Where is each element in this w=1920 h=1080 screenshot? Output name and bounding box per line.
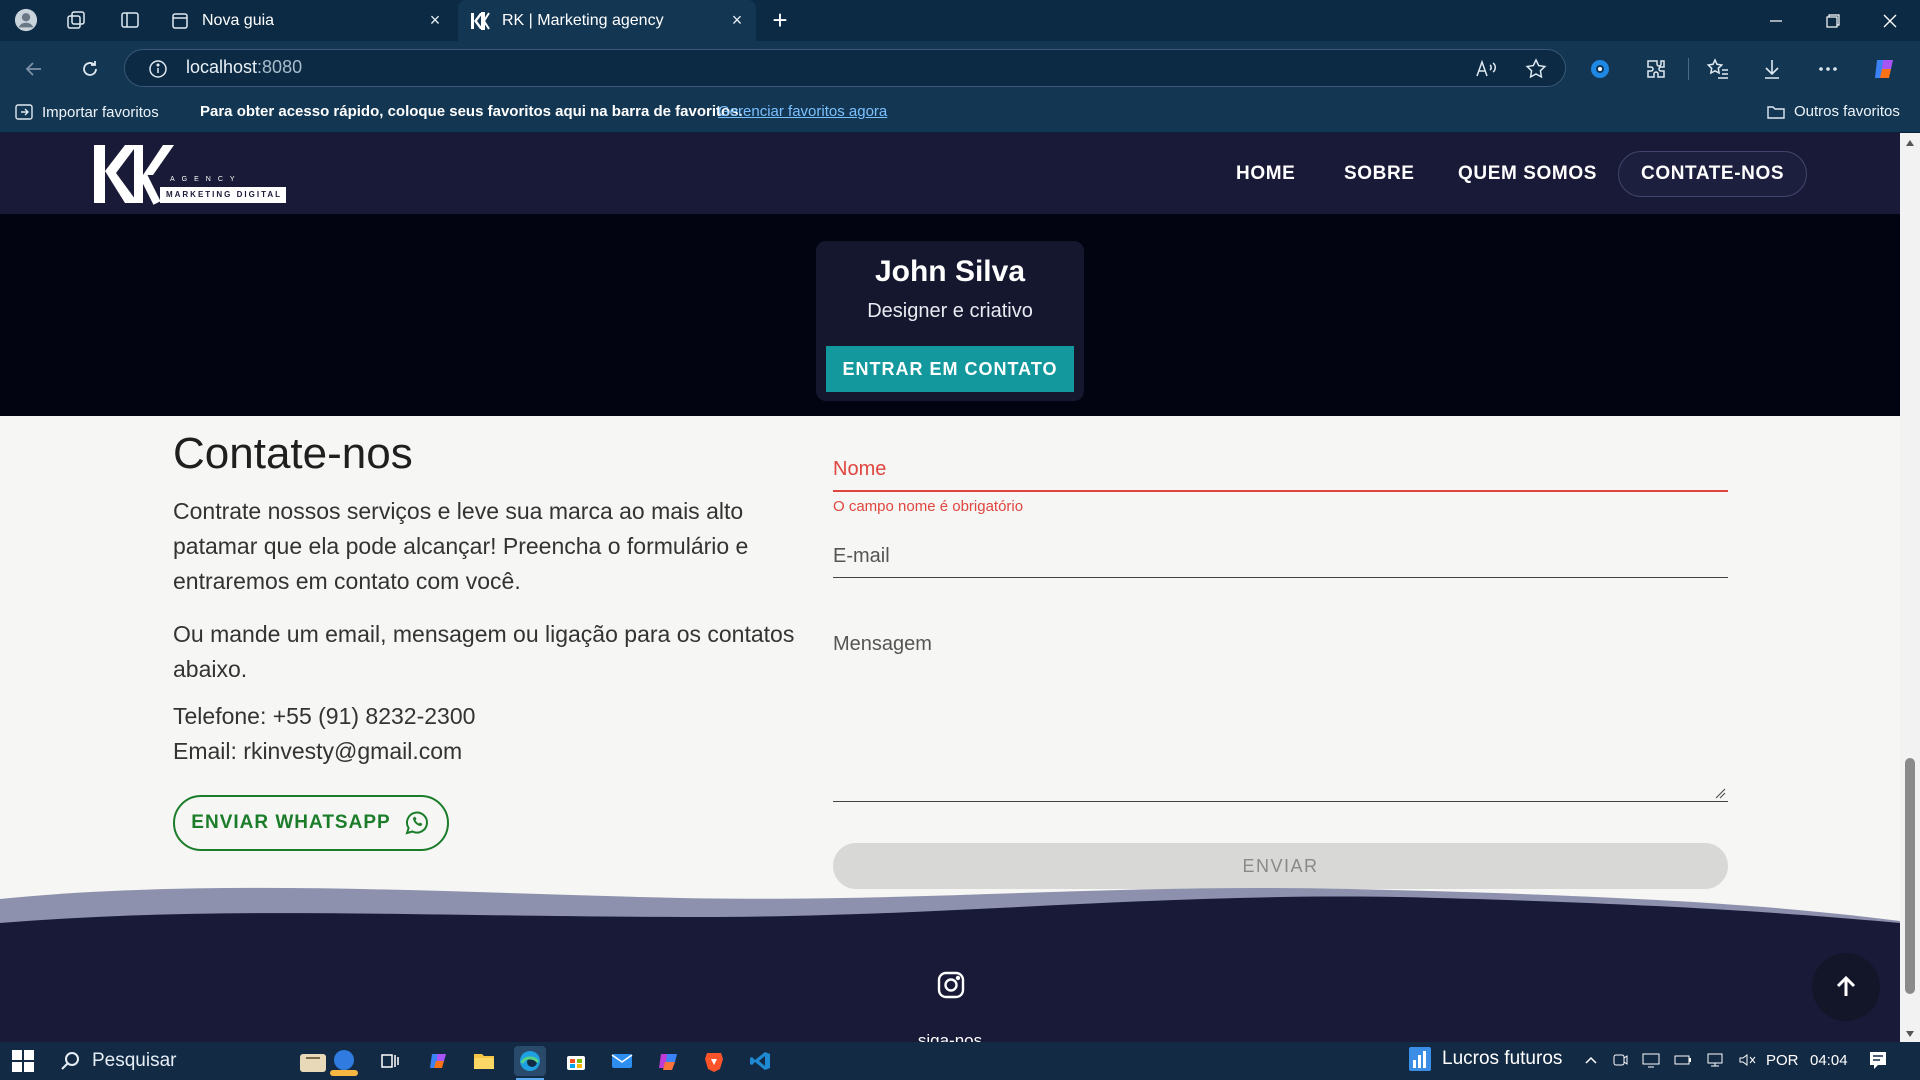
contact-phone: Telefone: +55 (91) 8232-2300 — [173, 703, 476, 729]
instagram-icon[interactable] — [935, 969, 967, 1001]
show-hidden-icon[interactable] — [1584, 1053, 1598, 1067]
downloads-icon[interactable] — [1758, 55, 1786, 83]
vscode-icon[interactable] — [744, 1046, 776, 1076]
manage-favorites-link[interactable]: Gerenciar favoritos agora — [718, 103, 887, 120]
more-menu-icon[interactable] — [1814, 55, 1842, 83]
copilot-icon[interactable] — [1870, 55, 1898, 83]
widget-news[interactable]: Lucros futuros — [1408, 1046, 1562, 1072]
network-icon[interactable] — [1706, 1052, 1724, 1068]
battery-icon[interactable] — [1674, 1052, 1692, 1068]
message-textarea-underline — [833, 801, 1728, 802]
favorites-hint-text: Para obter acesso rápido, coloque seus f… — [200, 103, 743, 120]
vertical-tabs-icon[interactable] — [118, 8, 142, 32]
footer-wave — [0, 887, 1900, 1042]
toolbar-divider — [1688, 58, 1689, 80]
email-input-underline — [833, 577, 1728, 578]
new-tab-icon — [170, 11, 190, 31]
folder-icon — [1766, 104, 1786, 120]
team-member-name: John Silva — [874, 255, 1026, 288]
language-indicator[interactable]: POR — [1766, 1052, 1799, 1069]
chart-widget-icon — [1408, 1046, 1432, 1072]
profile-icon[interactable] — [14, 8, 38, 32]
favorites-icon[interactable] — [1704, 55, 1732, 83]
new-tab-button[interactable]: + — [766, 5, 794, 35]
page-viewport: AGENCY MARKETING DIGITAL HOME SOBRE QUEM… — [0, 133, 1900, 1042]
tab-label: RK | Marketing agency — [502, 11, 664, 29]
tab-rk-marketing[interactable]: RK | Marketing agency × — [458, 0, 756, 41]
system-tray-icons — [1584, 1052, 1756, 1068]
widget-label: Lucros futuros — [1442, 1048, 1563, 1069]
monitor-sync-icon[interactable] — [1642, 1052, 1660, 1068]
refresh-icon[interactable] — [76, 55, 104, 83]
arrow-up-icon — [1836, 975, 1856, 996]
import-icon — [14, 103, 34, 121]
favorite-star-icon[interactable] — [1522, 55, 1550, 83]
other-favorites-button[interactable]: Outros favoritos — [1766, 103, 1900, 120]
name-input-underline — [833, 490, 1728, 492]
nav-sobre[interactable]: SOBRE — [1344, 133, 1415, 214]
clock[interactable]: 04:04 — [1810, 1052, 1848, 1069]
contact-email: Email: rkinvesty@gmail.com — [173, 738, 463, 764]
logo-agency-text: AGENCY — [170, 176, 242, 183]
camera-icon[interactable] — [1612, 1052, 1628, 1068]
restore-icon[interactable] — [1805, 0, 1861, 41]
import-favorites-button[interactable]: Importar favoritos — [14, 103, 159, 121]
taskbar-search-label: Pesquisar — [92, 1050, 177, 1071]
extensions-icon[interactable] — [1642, 55, 1670, 83]
import-favorites-label: Importar favoritos — [42, 103, 159, 121]
nav-quem-somos[interactable]: QUEM SOMOS — [1458, 133, 1597, 214]
back-to-top-button[interactable] — [1812, 953, 1880, 1021]
taskbar-search[interactable]: Pesquisar — [46, 1043, 314, 1079]
scroll-up-icon[interactable] — [1905, 139, 1915, 147]
contact-intro-text: Contrate nossos serviços e leve sua marc… — [173, 498, 749, 594]
other-favorites-label: Outros favoritos — [1794, 103, 1900, 120]
close-tab-icon[interactable]: × — [420, 10, 450, 31]
mail-icon[interactable] — [606, 1046, 638, 1076]
follow-us-label: siga-nos — [917, 1031, 983, 1042]
team-member-role: Designer e criativo — [867, 300, 1033, 322]
name-error-message: O campo nome é obrigatório — [833, 498, 1024, 515]
whatsapp-icon — [403, 809, 431, 837]
site-info-icon[interactable] — [144, 55, 172, 83]
notifications-icon[interactable] — [1868, 1050, 1888, 1070]
contact-member-button[interactable]: ENTRAR EM CONTATO — [826, 346, 1074, 392]
nav-contate-nos[interactable]: CONTATE-NOS — [1618, 151, 1808, 197]
close-tab-icon[interactable]: × — [722, 10, 752, 31]
extension-blue-icon[interactable] — [1586, 55, 1614, 83]
search-icon — [60, 1051, 80, 1071]
send-whatsapp-button[interactable]: ENVIAR WHATSAPP — [173, 795, 449, 851]
name-input[interactable]: Nome — [833, 458, 886, 481]
file-explorer-icon[interactable] — [468, 1046, 500, 1076]
resize-handle-icon[interactable] — [1714, 787, 1726, 799]
contact-title: Contate-nos — [173, 429, 413, 478]
search-highlight-icon[interactable] — [296, 1044, 360, 1078]
minimize-icon[interactable] — [1748, 0, 1804, 41]
store-icon[interactable] — [560, 1046, 592, 1076]
logo-tagline: MARKETING DIGITAL — [165, 190, 283, 199]
tab-label: Nova guia — [202, 11, 275, 29]
read-aloud-icon[interactable] — [1472, 55, 1500, 83]
task-view-icon[interactable] — [374, 1046, 406, 1076]
rk-favicon-icon — [470, 11, 490, 31]
tab-nova-guia[interactable]: Nova guia × — [158, 0, 454, 41]
scrollbar-thumb[interactable] — [1905, 758, 1915, 994]
url-input[interactable] — [124, 49, 1566, 87]
contact-alt-text: Ou mande um email, mensagem ou ligação p… — [173, 621, 795, 682]
brave-icon[interactable] — [698, 1046, 730, 1076]
workspaces-icon[interactable] — [64, 8, 88, 32]
email-input[interactable]: E-mail — [833, 545, 890, 568]
url-text: localhost:8080 — [186, 57, 303, 77]
m365-icon[interactable] — [652, 1046, 684, 1076]
copilot-taskbar-icon[interactable] — [422, 1046, 454, 1076]
close-window-icon[interactable] — [1862, 0, 1918, 41]
whatsapp-label: ENVIAR WHATSAPP — [191, 812, 391, 833]
scroll-down-icon[interactable] — [1905, 1030, 1915, 1038]
volume-muted-icon[interactable] — [1738, 1052, 1756, 1068]
windows-start-icon[interactable] — [12, 1050, 34, 1072]
message-textarea[interactable]: Mensagem — [833, 633, 932, 656]
nav-home[interactable]: HOME — [1236, 133, 1295, 214]
back-icon[interactable] — [20, 55, 48, 83]
edge-taskbar-icon[interactable] — [514, 1046, 546, 1076]
